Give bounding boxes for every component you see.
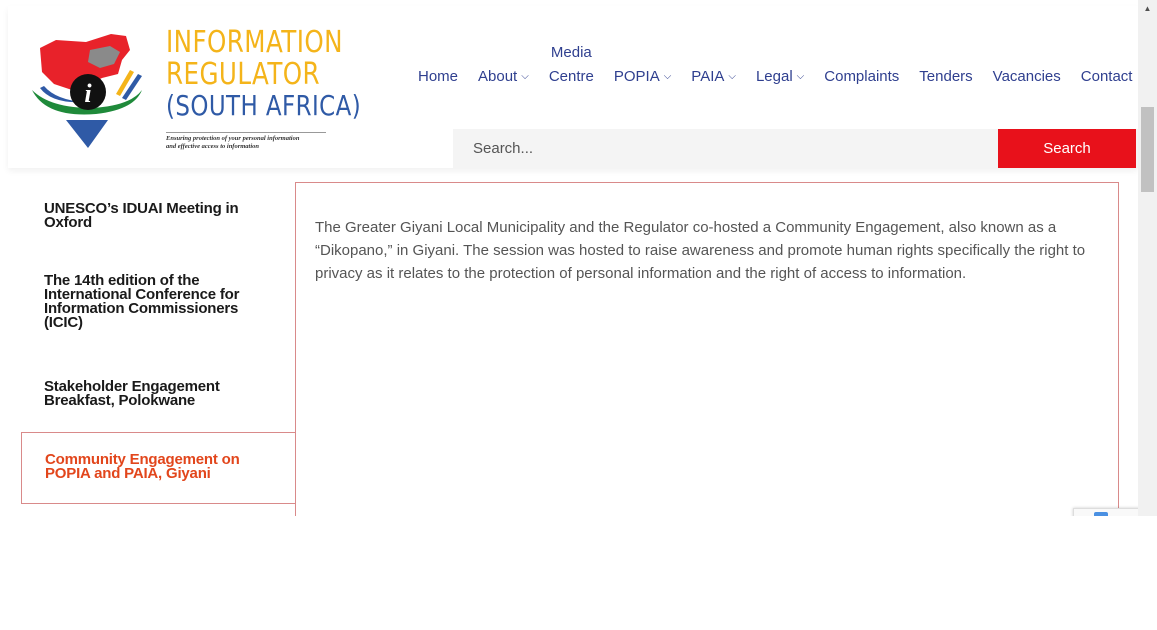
search-input[interactable] [453,129,998,168]
logo-line-2: REGULATOR [166,57,321,92]
search-bar: Search [453,129,1138,168]
search-button[interactable]: Search [998,129,1136,168]
main-nav: Home About ⌵ Media Centre POPIA ⌵ PAIA ⌵ Le… [418,44,1133,106]
nav-about[interactable]: About ⌵ [478,68,529,85]
logo-tagline-line-2: and effective access to information [166,143,260,150]
article-body: The Greater Giyani Local Municipality an… [315,219,1086,282]
nav-legal-label: Legal [755,67,793,85]
news-sidebar: UNESCO’s IDUAI Meeting in Oxford The 14t… [21,182,297,516]
chevron-down-icon: ⌵ [663,70,672,82]
nav-home-label: Home [418,67,459,85]
chevron-down-icon: ⌵ [521,70,529,82]
sidebar-item-community-engagement[interactable]: Community Engagement on POPIA and PAIA, … [21,432,296,504]
sidebar-item-unesco[interactable]: UNESCO’s IDUAI Meeting in Oxford [21,201,296,230]
logo-line-1: INFORMATION [166,25,343,60]
site-logo[interactable]: i INFORMATION REGULATOR (SOUTH AFRICA) E… [26,28,361,153]
logo-tagline-line-1: Ensuring protection of your personal inf… [166,135,300,142]
nav-complaints-label: Complaints [824,67,900,85]
sidebar-item-stakeholder-breakfast[interactable]: Stakeholder Engagement Breakfast, Polokw… [21,379,296,408]
nav-contact[interactable]: Contact [1081,68,1133,85]
nav-complaints[interactable]: Complaints [824,68,899,85]
nav-about-label: About [478,67,518,85]
chevron-down-icon: ⌵ [728,70,736,82]
recaptcha-badge[interactable] [1073,508,1140,516]
scroll-up-arrow-icon[interactable]: ▲ [1138,0,1157,17]
nav-tenders-label: Tenders [919,67,973,85]
chevron-down-icon: ⌵ [796,70,805,82]
nav-home[interactable]: Home [418,68,458,85]
nav-paia[interactable]: PAIA ⌵ [691,68,736,85]
browser-viewport: i INFORMATION REGULATOR (SOUTH AFRICA) E… [0,0,1157,516]
logo-tagline: Ensuring protection of your personal inf… [166,132,326,151]
nav-media-label-2: Centre [548,68,594,85]
nav-popia-label: POPIA [613,67,660,85]
site-header: i INFORMATION REGULATOR (SOUTH AFRICA) E… [8,6,1138,168]
nav-paia-label: PAIA [691,67,725,85]
article-content: The Greater Giyani Local Municipality an… [295,182,1119,516]
nav-popia[interactable]: POPIA ⌵ [614,68,671,85]
nav-vacancies-label: Vacancies [992,67,1061,85]
nav-vacancies[interactable]: Vacancies [993,68,1061,85]
nav-tenders[interactable]: Tenders [919,68,972,85]
nav-legal[interactable]: Legal ⌵ [756,68,804,85]
logo-line-3: (SOUTH AFRICA) [166,89,362,122]
vertical-scrollbar[interactable]: ▲ [1138,0,1157,516]
logo-wordmark: INFORMATION REGULATOR (SOUTH AFRICA) Ens… [166,25,404,150]
scroll-thumb[interactable] [1141,107,1154,192]
sidebar-item-icic[interactable]: The 14th edition of the International Co… [21,273,296,330]
nav-media-label-1: Media [550,44,592,61]
nav-media-centre[interactable]: Media Centre [549,41,594,89]
nav-contact-label: Contact [1080,67,1133,85]
recaptcha-icon [1094,512,1108,516]
svg-text:i: i [84,79,92,108]
information-regulator-emblem: i [32,34,142,148]
